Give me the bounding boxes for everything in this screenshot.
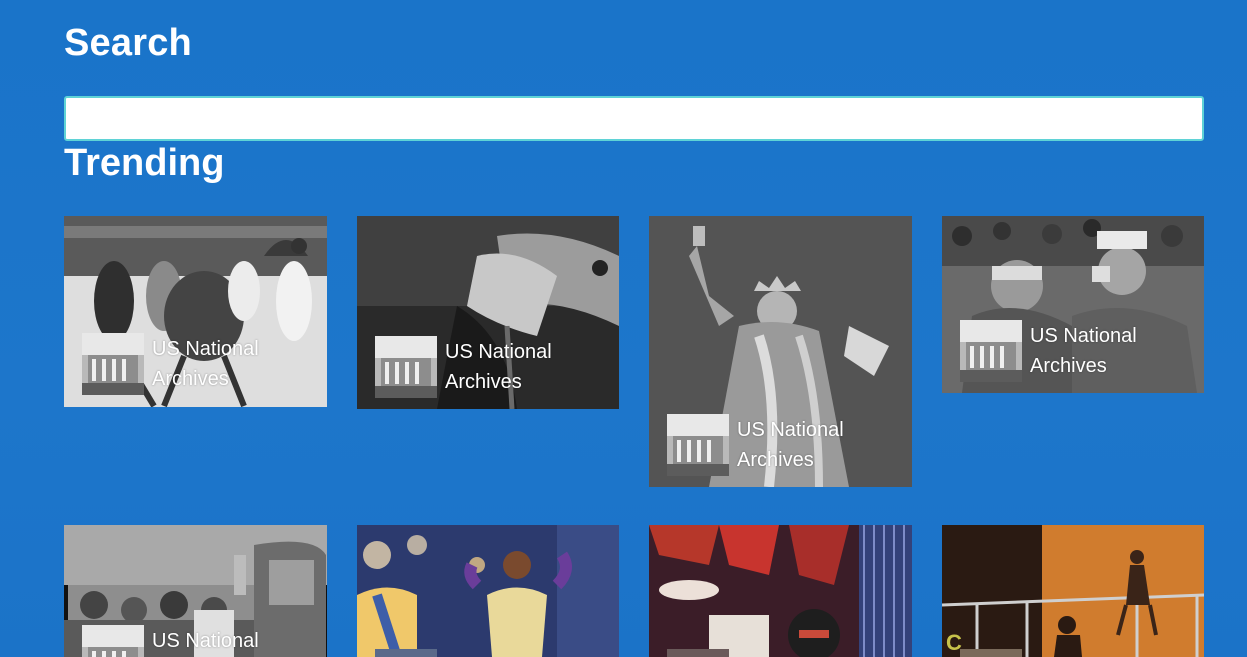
archives-building-icon [82,625,144,657]
attribution: US National Archives [82,625,272,657]
svg-text:C: C [946,630,962,655]
attribution: US National Archives [375,336,565,398]
gif-thumbnail [649,525,912,657]
trending-gif-card[interactable] [357,525,619,657]
attribution: US National Archives [960,320,1150,382]
search-heading: Search [64,22,192,64]
trending-gif-card[interactable]: US National Archives [64,216,327,407]
attribution-name: US National Archives [152,630,259,652]
trending-gif-card[interactable]: US National Archives [357,216,619,409]
attribution: US National Archives [82,333,272,395]
search-input[interactable] [64,96,1204,141]
archives-building-icon [667,414,729,476]
trending-gif-card[interactable]: US National Archives [649,216,912,487]
archives-building-icon [960,320,1022,382]
archives-building-icon [375,336,437,398]
attribution-name: US National Archives [445,341,552,393]
gif-thumbnail: C [942,525,1204,657]
gif-thumbnail [357,525,619,657]
trending-gif-card[interactable]: C [942,525,1204,657]
archives-building-icon [82,333,144,395]
attribution-name: US National Archives [737,419,844,471]
attribution-name: US National Archives [1030,325,1137,377]
trending-gif-card[interactable]: US National Archives [942,216,1204,393]
attribution: US National Archives [667,414,857,476]
attribution-name: US National Archives [152,338,259,390]
trending-heading: Trending [64,142,225,184]
trending-gif-card[interactable] [649,525,912,657]
trending-gif-card[interactable]: US National Archives [64,525,327,657]
